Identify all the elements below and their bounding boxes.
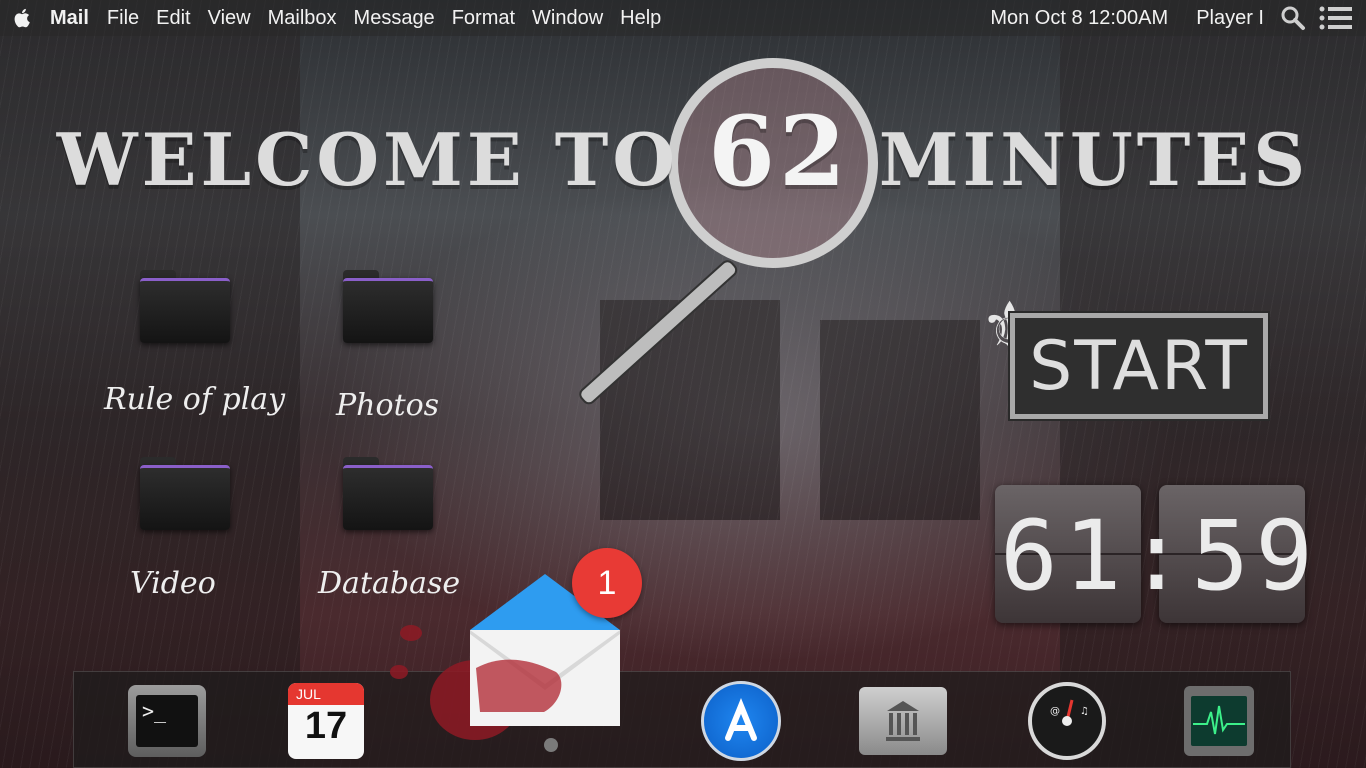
start-button[interactable]: START [1008, 311, 1270, 421]
terminal-icon: >_ [128, 685, 206, 757]
folder-label-video[interactable]: Video [130, 566, 216, 601]
mail-unread-badge: 1 [572, 548, 642, 618]
menu-bar: Mail File Edit View Mailbox Message Form… [0, 0, 1366, 36]
magnifier-handle [576, 257, 741, 408]
calendar-icon: JUL 17 [288, 683, 364, 759]
dock-calendar[interactable]: JUL 17 [285, 682, 367, 760]
title-part-2: MINUTES [849, 117, 1310, 202]
search-icon[interactable] [1280, 5, 1306, 31]
mail-running-indicator [544, 738, 558, 752]
dock-archive-folder[interactable] [859, 682, 947, 760]
menu-window[interactable]: Window [532, 7, 603, 30]
title-number: 62 [708, 95, 850, 208]
calendar-day: 17 [304, 705, 348, 747]
menu-format[interactable]: Format [452, 7, 515, 30]
dock-activity-monitor[interactable] [1178, 682, 1260, 760]
folder-video-icon[interactable] [140, 457, 230, 530]
dock-dashboard[interactable]: @ ♫ [1026, 682, 1108, 760]
archive-folder-icon [859, 687, 947, 755]
dock-terminal[interactable]: >_ [126, 682, 208, 760]
dock-app-store[interactable] [700, 681, 782, 761]
menu-view[interactable]: View [208, 7, 251, 30]
folder-label-photos[interactable]: Photos [336, 388, 439, 423]
activity-monitor-icon [1184, 686, 1254, 756]
blood-drop [400, 625, 422, 641]
menu-message[interactable]: Message [354, 7, 435, 30]
menu-edit[interactable]: Edit [156, 7, 190, 30]
folder-database-icon[interactable] [343, 457, 433, 530]
terminal-prompt: >_ [136, 695, 198, 747]
svg-text:♫: ♫ [1080, 706, 1089, 717]
folder-label-rule-of-play[interactable]: Rule of play [104, 382, 285, 417]
menu-app-name[interactable]: Mail [50, 7, 89, 30]
menu-user[interactable]: Player I [1196, 7, 1264, 30]
menu-help[interactable]: Help [620, 7, 661, 30]
folder-photos-icon[interactable] [343, 270, 433, 343]
title-part-1: WELCOME TO [56, 117, 709, 202]
svg-text:@: @ [1050, 706, 1060, 717]
dock [73, 671, 1291, 768]
dashboard-gauge-icon: @ ♫ [1028, 682, 1106, 760]
apple-icon[interactable] [12, 7, 34, 29]
menu-file[interactable]: File [107, 7, 139, 30]
folder-rule-of-play-icon[interactable] [140, 270, 230, 343]
countdown-timer: 61:59 [1000, 500, 1319, 612]
notification-list-icon[interactable] [1318, 5, 1354, 31]
blood-drop [390, 665, 408, 679]
menu-mailbox[interactable]: Mailbox [268, 7, 337, 30]
folder-label-database[interactable]: Database [318, 566, 460, 601]
page-title: WELCOME TO 62 MINUTES [0, 95, 1366, 208]
calendar-month: JUL [288, 683, 364, 705]
app-store-icon [701, 681, 781, 761]
menu-clock[interactable]: Mon Oct 8 12:00AM [990, 7, 1168, 30]
